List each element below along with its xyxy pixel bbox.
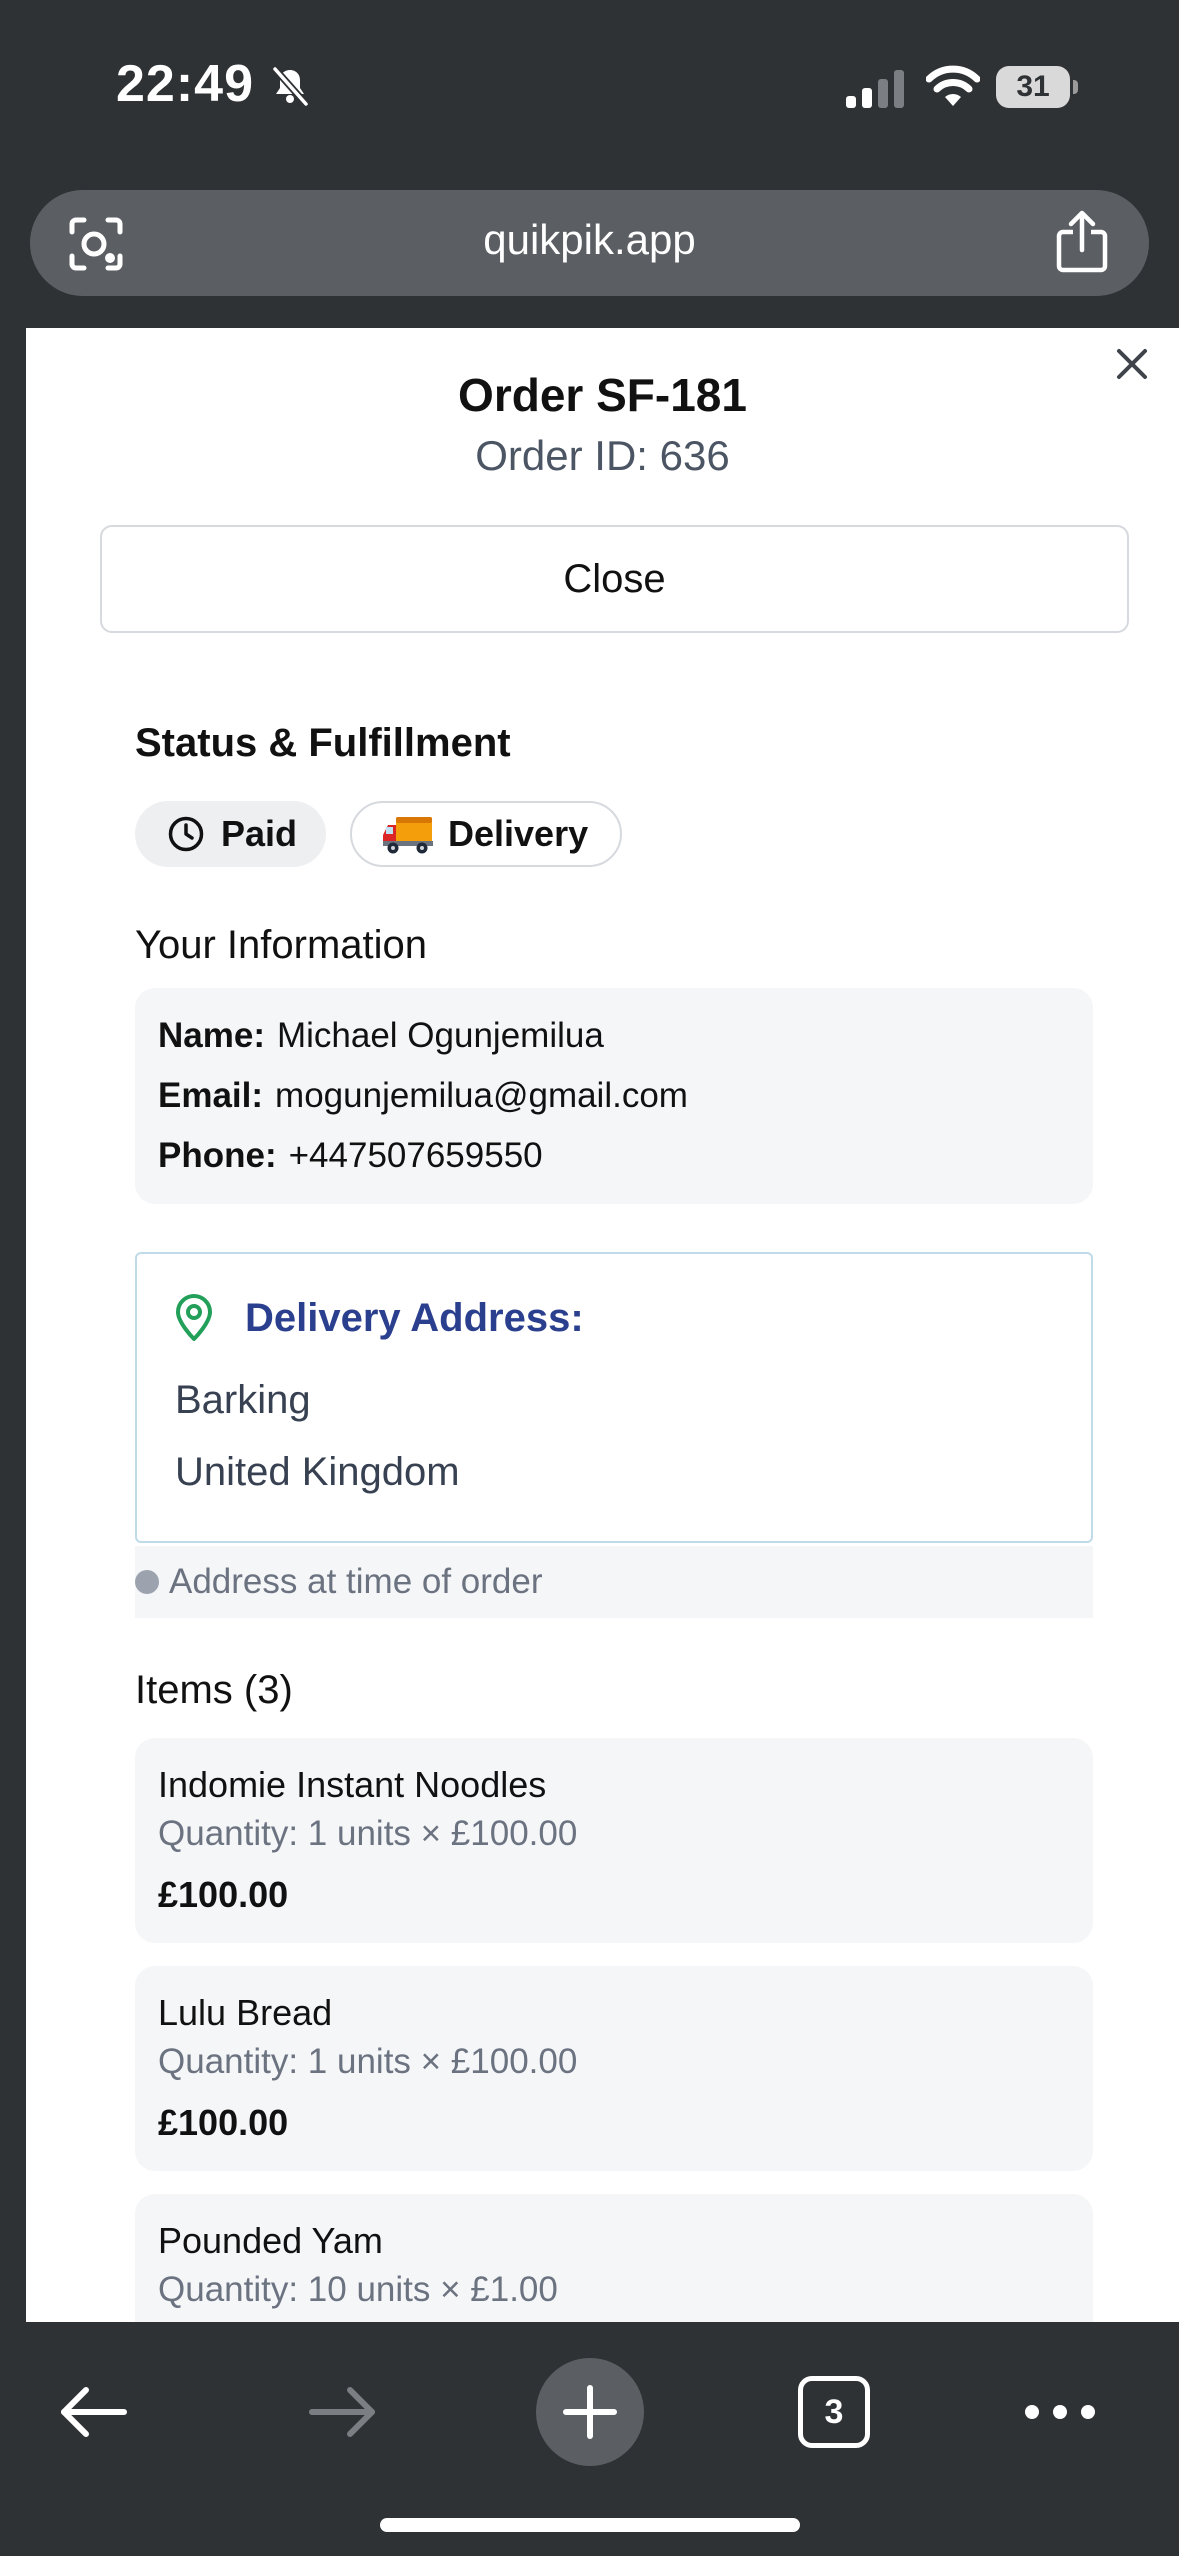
item-total: £100.00 (158, 2102, 289, 2143)
delivery-address-label: Delivery Address: (245, 1296, 584, 1340)
address-bar[interactable]: quikpik.app (30, 190, 1149, 296)
close-button[interactable]: Close (100, 525, 1129, 633)
item-quantity: Quantity: 1 units × £100.00 (158, 2042, 578, 2081)
address-note-text: Address at time of order (169, 1562, 543, 1601)
plus-icon (563, 2385, 617, 2439)
url-text[interactable]: quikpik.app (30, 216, 1149, 264)
address-line: United Kingdom (175, 1450, 460, 1494)
customer-email: mogunjemilua@gmail.com (275, 1076, 688, 1115)
delivery-address-card: Delivery Address: Barking United Kingdom (135, 1252, 1093, 1543)
customer-phone: +447507659550 (288, 1136, 543, 1175)
tabs-button[interactable]: 3 (798, 2376, 870, 2448)
more-icon[interactable] (1022, 2392, 1098, 2432)
customer-phone-label: Phone: (158, 1136, 277, 1175)
item-name: Pounded Yam (158, 2220, 383, 2261)
dot-icon (135, 1570, 159, 1594)
status-bar: 22:49 31 (0, 0, 1179, 180)
back-icon[interactable] (58, 2384, 130, 2440)
item-total: £100.00 (158, 1874, 289, 1915)
clock-icon (168, 816, 204, 852)
forward-icon[interactable] (306, 2384, 378, 2440)
customer-email-row: Email: mogunjemilua@gmail.com (158, 1076, 688, 1116)
list-item: Lulu Bread Quantity: 1 units × £100.00 £… (135, 1966, 1093, 2171)
status-time: 22:49 (116, 55, 254, 113)
address-note: Address at time of order (135, 1546, 1093, 1618)
item-name: Indomie Instant Noodles (158, 1764, 547, 1805)
fulfillment-badge: Delivery (350, 801, 622, 867)
items-section-title: Items (3) (135, 1668, 293, 1712)
status-section-title: Status & Fulfillment (135, 721, 511, 765)
home-indicator[interactable] (380, 2518, 800, 2532)
battery-level: 31 (996, 66, 1070, 108)
customer-name-label: Name: (158, 1016, 265, 1055)
customer-info-card: Name: Michael Ogunjemilua Email: mogunjemi… (135, 988, 1093, 1204)
order-modal: Order SF-181 Order ID: 636 Close Status … (26, 328, 1179, 2322)
delivery-truck-icon (383, 817, 433, 854)
address-line: Barking (175, 1378, 311, 1422)
battery-icon: 31 (996, 66, 1078, 108)
order-title: Order SF-181 (458, 369, 747, 421)
page-edge (0, 328, 26, 2322)
customer-section-title: Your Information (135, 923, 428, 967)
fulfillment-label: Delivery (448, 813, 589, 854)
order-id: Order ID: 636 (475, 432, 730, 479)
payment-status-label: Paid (221, 813, 298, 854)
signal-icon (846, 70, 904, 108)
bell-off-icon (272, 66, 309, 107)
map-pin-icon (176, 1294, 212, 1341)
item-name: Lulu Bread (158, 1992, 333, 2033)
customer-name: Michael Ogunjemilua (276, 1016, 604, 1055)
share-icon[interactable] (1053, 210, 1111, 274)
item-quantity: Quantity: 10 units × £1.00 (158, 2270, 558, 2309)
wifi-icon (926, 65, 980, 106)
payment-status-badge: Paid (135, 801, 326, 867)
customer-phone-row: Phone: +447507659550 (158, 1136, 543, 1176)
browser-toolbar: 3 (0, 2322, 1179, 2556)
list-item: Indomie Instant Noodles Quantity: 1 unit… (135, 1738, 1093, 1943)
customer-name-row: Name: Michael Ogunjemilua (158, 1016, 604, 1056)
list-item: Pounded Yam Quantity: 10 units × £1.00 (135, 2194, 1093, 2322)
item-quantity: Quantity: 1 units × £100.00 (158, 1814, 578, 1853)
new-tab-button[interactable] (536, 2358, 644, 2466)
customer-email-label: Email: (158, 1076, 264, 1115)
